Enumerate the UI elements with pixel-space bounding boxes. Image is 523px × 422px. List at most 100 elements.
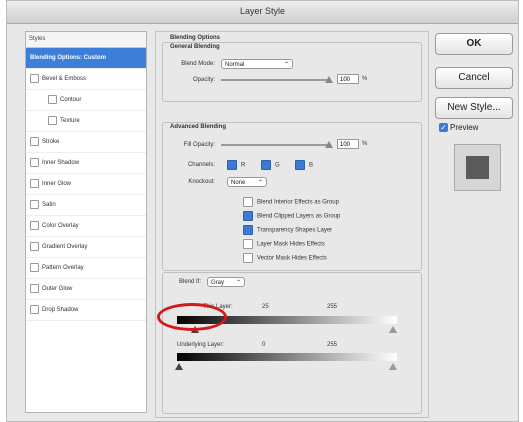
chevron-down-icon: ⌃ <box>235 280 241 286</box>
style-item-label: Inner Shadow <box>42 160 80 166</box>
checkbox-icon <box>243 253 253 263</box>
style-item-label: Outer Glow <box>42 286 73 292</box>
checkbox-icon[interactable] <box>30 304 39 314</box>
preview-checkbox[interactable]: ✓ Preview <box>439 123 479 133</box>
style-item[interactable]: Gradient Overlay <box>26 237 146 258</box>
style-item-label: Blending Options: Custom <box>30 55 106 61</box>
checkbox-icon[interactable] <box>30 199 39 209</box>
style-item-label: Gradient Overlay <box>42 244 88 250</box>
checkbox-checked-icon <box>261 160 271 170</box>
channel-r-label: R <box>241 162 246 169</box>
checkbox-icon[interactable] <box>48 115 57 125</box>
blend-if-label: Blend If: <box>178 279 201 285</box>
opacity-slider-handle[interactable] <box>325 76 333 83</box>
opacity-slider[interactable] <box>221 79 329 81</box>
advanced-option-checkbox[interactable]: Layer Mask Hides Effects <box>243 239 325 249</box>
cancel-button[interactable]: Cancel <box>435 67 513 89</box>
style-item[interactable]: Inner Glow <box>26 174 146 195</box>
advanced-option-checkbox[interactable]: Blend Interior Effects as Group <box>243 197 339 207</box>
opacity-label: Opacity: <box>192 77 215 83</box>
window-title: Layer Style <box>239 6 286 16</box>
ok-button[interactable]: OK <box>435 33 513 55</box>
underlying-layer-gradient-bar <box>177 353 397 361</box>
blend-if-group: Blend If: Gray ⌃ This Layer: 25 255 Unde… <box>162 272 422 414</box>
preview-label: Preview <box>450 123 479 132</box>
preview-square <box>466 156 489 179</box>
checkbox-icon[interactable] <box>30 136 39 146</box>
checkbox-icon[interactable] <box>30 283 39 293</box>
underlying-layer-white-slider[interactable] <box>389 363 397 370</box>
checkbox-icon[interactable] <box>30 241 39 251</box>
style-item-label: Satin <box>42 202 56 208</box>
style-item[interactable]: Satin <box>26 195 146 216</box>
advanced-option-checkbox[interactable]: Vector Mask Hides Effects <box>243 253 327 263</box>
styles-panel: Styles Blending Options: Custom Bevel & E… <box>25 31 147 413</box>
blend-mode-select[interactable]: Normal ⌃ <box>221 59 293 69</box>
styles-header: Styles <box>26 32 146 48</box>
checkbox-checked-icon <box>295 160 305 170</box>
general-blending-title: General Blending <box>170 44 220 50</box>
style-item[interactable]: Stroke <box>26 132 146 153</box>
chevron-down-icon: ⌃ <box>283 62 289 68</box>
this-layer-low-value: 25 <box>262 304 269 310</box>
fill-opacity-label: Fill Opacity: <box>183 142 215 148</box>
blending-options-title: Blending Options <box>170 35 220 41</box>
new-style-button[interactable]: New Style... <box>435 97 513 119</box>
underlying-layer-black-slider[interactable] <box>175 363 183 370</box>
knockout-select[interactable]: None ⌃ <box>227 177 267 187</box>
fill-opacity-slider-handle[interactable] <box>325 141 333 148</box>
checkbox-checked-icon <box>243 225 253 235</box>
advanced-option-label: Blend Clipped Layers as Group <box>257 213 341 220</box>
advanced-option-label: Vector Mask Hides Effects <box>257 255 327 262</box>
style-item[interactable]: Drop Shadow <box>26 300 146 321</box>
checkbox-icon <box>243 239 253 249</box>
style-item-label: Drop Shadow <box>42 307 79 313</box>
checkbox-icon[interactable] <box>30 73 39 83</box>
style-item-label: Contour <box>60 97 82 103</box>
checkbox-icon <box>243 197 253 207</box>
style-item[interactable]: Bevel & Emboss <box>26 69 146 90</box>
checkbox-checked-icon <box>227 160 237 170</box>
knockout-value: None <box>231 180 246 186</box>
advanced-option-label: Blend Interior Effects as Group <box>257 199 339 206</box>
style-item[interactable]: Contour <box>26 90 146 111</box>
style-item[interactable]: Color Overlay <box>26 216 146 237</box>
style-item-label: Stroke <box>42 139 60 145</box>
general-blending-group: General Blending Blend Mode: Normal ⌃ Op… <box>162 42 422 102</box>
chevron-down-icon: ⌃ <box>257 180 263 186</box>
style-item[interactable]: Texture <box>26 111 146 132</box>
layer-style-dialog: Layer Style Styles Blending Options: Cus… <box>6 0 519 422</box>
checkbox-icon[interactable] <box>30 262 39 272</box>
channel-g-label: G <box>275 162 280 169</box>
advanced-blending-group: Advanced Blending Fill Opacity: 100 % Ch… <box>162 122 422 271</box>
fill-opacity-input[interactable]: 100 <box>337 139 359 149</box>
checkbox-icon[interactable] <box>30 220 39 230</box>
advanced-option-checkbox[interactable]: Transparency Shapes Layer <box>243 225 332 235</box>
style-item-label: Pattern Overlay <box>42 265 84 271</box>
fill-opacity-percent: % <box>362 141 368 147</box>
checkbox-checked-icon <box>243 211 253 221</box>
checkbox-icon[interactable] <box>30 157 39 167</box>
style-item-label: Texture <box>60 118 80 124</box>
advanced-option-label: Transparency Shapes Layer <box>257 227 333 234</box>
this-layer-white-slider[interactable] <box>389 326 397 333</box>
blend-mode-value: Normal <box>225 62 245 68</box>
style-item[interactable]: Outer Glow <box>26 279 146 300</box>
style-item[interactable]: Inner Shadow <box>26 153 146 174</box>
advanced-option-checkbox[interactable]: Blend Clipped Layers as Group <box>243 211 340 221</box>
checkbox-icon[interactable] <box>30 178 39 188</box>
blend-if-select[interactable]: Gray ⌃ <box>207 277 245 287</box>
blend-if-value: Gray <box>211 280 225 286</box>
style-item[interactable]: Blending Options: Custom <box>26 48 146 69</box>
underlying-layer-high-value: 255 <box>327 342 338 348</box>
opacity-percent: % <box>362 76 368 82</box>
opacity-input[interactable]: 100 <box>337 74 359 84</box>
advanced-blending-title: Advanced Blending <box>170 124 227 130</box>
title-bar: Layer Style <box>7 1 518 24</box>
channel-g-checkbox[interactable]: G <box>261 160 280 170</box>
fill-opacity-slider[interactable] <box>221 144 329 146</box>
checkbox-icon[interactable] <box>48 94 57 104</box>
channel-r-checkbox[interactable]: R <box>227 160 245 170</box>
style-item[interactable]: Pattern Overlay <box>26 258 146 279</box>
channel-b-checkbox[interactable]: B <box>295 160 313 170</box>
